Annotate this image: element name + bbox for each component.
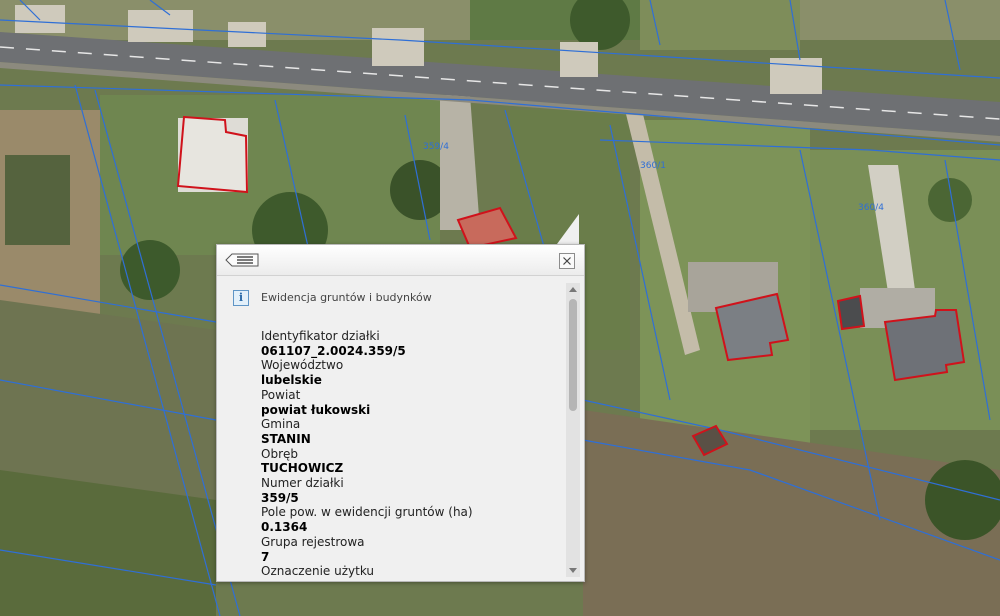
- info-icon: i: [233, 290, 249, 306]
- field-label: Obręb: [261, 446, 298, 461]
- field-value: 061107_2.0024.359/5: [261, 343, 406, 358]
- tree-cluster: [928, 178, 972, 222]
- attribute-list: Identyfikator działki 061107_2.0024.359/…: [261, 329, 561, 579]
- road-access: [228, 22, 266, 47]
- popup-scrollbar[interactable]: [566, 283, 580, 577]
- field-label: Numer działki: [261, 476, 344, 491]
- field-label: Grupa rejestrowa: [261, 534, 365, 549]
- field-north-east: [640, 0, 800, 50]
- field-value: 359/5: [261, 490, 299, 505]
- popup-title: Ewidencja gruntów i budynków: [261, 291, 432, 304]
- field-label: Powiat: [261, 387, 301, 402]
- parcel-label: 360/4: [858, 203, 884, 213]
- field-value: 7: [261, 549, 270, 564]
- close-icon[interactable]: [559, 253, 575, 269]
- scroll-down-icon[interactable]: [569, 568, 577, 573]
- field-value: powiat łukowski: [261, 402, 371, 417]
- road-access: [128, 10, 193, 42]
- field-label: Oznaczenie użytku: [261, 564, 375, 579]
- road-access: [15, 5, 65, 33]
- popup-pointer: [557, 214, 579, 244]
- field-value: 0.1364: [261, 520, 308, 535]
- list-back-icon[interactable]: [225, 253, 259, 267]
- field-label: Gmina: [261, 417, 301, 432]
- scroll-up-icon[interactable]: [569, 287, 577, 292]
- popup-header: [217, 245, 584, 276]
- road-access: [560, 42, 598, 77]
- info-popup: i Ewidencja gruntów i budynków Identyfik…: [216, 244, 585, 582]
- field-label: Województwo: [261, 358, 344, 373]
- parcel-label: 359/4: [423, 142, 449, 152]
- pond-area: [5, 155, 70, 245]
- field-value: STANIN: [261, 431, 311, 446]
- field-label: Pole pow. w ewidencji gruntów (ha): [261, 505, 473, 520]
- field-value: lubelskie: [261, 373, 322, 388]
- building-outline[interactable]: [836, 294, 866, 331]
- field-label: Identyfikator działki: [261, 329, 380, 343]
- scroll-thumb[interactable]: [569, 299, 577, 411]
- road-access: [372, 28, 424, 66]
- field-value: TUCHOWICZ: [261, 461, 344, 476]
- parcel-label: 360/1: [640, 161, 666, 171]
